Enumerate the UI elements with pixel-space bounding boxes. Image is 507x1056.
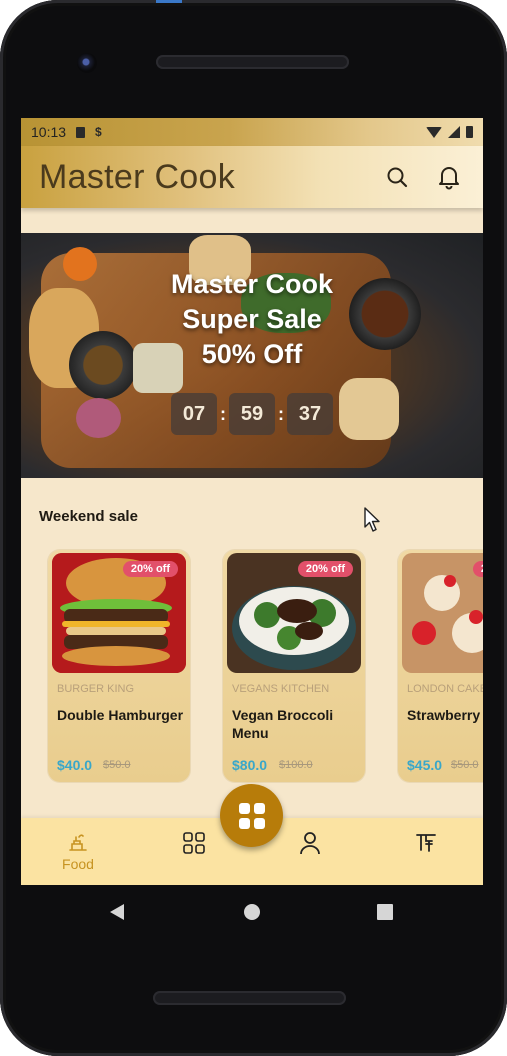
product-name: Vegan Broccoli Menu	[232, 707, 334, 741]
bell-icon	[439, 167, 459, 190]
discount-badge: 20% off	[297, 561, 353, 577]
earpiece-speaker	[156, 55, 349, 69]
app-title: Master Cook	[39, 157, 236, 196]
app-bar: Master Cook	[21, 146, 483, 208]
recents-icon[interactable]	[376, 903, 394, 921]
nav-item-profile[interactable]	[280, 830, 340, 856]
product-name: Strawberry Cake	[407, 707, 483, 723]
product-old-price: $100.0	[279, 759, 313, 771]
product-brand: VEGANS KITCHEN	[232, 683, 330, 695]
notifications-button[interactable]	[433, 161, 465, 193]
center-action-button[interactable]	[220, 784, 283, 847]
system-navigation-bar	[0, 885, 507, 940]
signal-icon	[448, 126, 460, 138]
status-time: 10:13	[31, 124, 67, 140]
section-title-weekend-sale: Weekend sale	[39, 508, 138, 525]
frame-accent	[156, 0, 182, 3]
product-image-broccoli: 20% off	[227, 553, 361, 673]
product-card[interactable]: 20% off LONDON CAKE Strawberry Cake $45.…	[398, 550, 483, 782]
product-price: $80.0	[232, 757, 268, 773]
product-brand: LONDON CAKE	[407, 683, 483, 695]
notification-s-icon: $	[95, 125, 102, 139]
product-old-price: $50.0	[451, 759, 479, 771]
grid-icon	[238, 802, 265, 829]
app-bar-actions	[381, 161, 465, 193]
nav-item-food[interactable]: Food	[48, 830, 108, 872]
banner-title-line3: 50% Off	[201, 339, 303, 369]
sale-countdown: 07 : 59 : 37	[171, 393, 333, 435]
sd-card-icon	[76, 126, 86, 138]
product-price: $45.0	[407, 757, 443, 773]
battery-icon	[466, 126, 473, 138]
countdown-separator: :	[220, 403, 226, 424]
product-card[interactable]: 20% off VEGANS KITCHEN Vegan Broccoli Me…	[223, 550, 365, 782]
bottom-speaker	[153, 991, 346, 1005]
back-icon[interactable]	[108, 902, 126, 922]
product-image-burger: 20% off	[52, 553, 186, 673]
discount-badge: 20% off	[122, 561, 178, 577]
front-camera	[77, 53, 97, 73]
banner-title-line2: Super Sale	[182, 304, 322, 334]
product-old-price: $50.0	[103, 759, 131, 771]
promo-banner[interactable]: Master Cook Super Sale 50% Off 07 : 59 :…	[21, 233, 483, 478]
countdown-minutes: 59	[229, 393, 275, 435]
food-icon	[69, 834, 87, 851]
person-icon	[300, 832, 320, 855]
countdown-hours: 07	[171, 393, 217, 435]
nav-item-brand[interactable]	[396, 830, 456, 854]
product-brand: BURGER KING	[57, 683, 135, 695]
phone-frame: 10:13 $ Master Cook Master Cook Super Sa…	[0, 0, 507, 1056]
brand-icon	[416, 834, 436, 852]
banner-title-line1: Master Cook	[170, 269, 334, 299]
discount-badge: 20% off	[472, 561, 483, 577]
search-button[interactable]	[381, 161, 413, 193]
grid-icon	[183, 832, 205, 854]
status-bar: 10:13 $	[21, 118, 483, 146]
wifi-icon	[426, 126, 442, 138]
food-onion	[76, 398, 121, 438]
app-screen: 10:13 $ Master Cook Master Cook Super Sa…	[21, 118, 483, 885]
home-icon[interactable]	[243, 903, 261, 921]
nav-item-categories[interactable]	[164, 830, 224, 856]
search-icon	[387, 167, 408, 188]
product-price: $40.0	[57, 757, 93, 773]
cake-illustration	[402, 553, 483, 673]
product-card[interactable]: 20% off BURGER KING Double Hamburger $40…	[48, 550, 190, 782]
countdown-seconds: 37	[287, 393, 333, 435]
countdown-separator: :	[278, 403, 284, 424]
product-image-cake: 20% off	[402, 553, 483, 673]
nav-label-food: Food	[62, 856, 94, 872]
banner-headline: Master Cook Super Sale 50% Off	[21, 267, 483, 372]
mouse-pointer-icon	[364, 507, 380, 532]
status-icons	[426, 126, 473, 138]
food-bread-right	[339, 378, 399, 440]
product-name: Double Hamburger	[57, 707, 184, 723]
